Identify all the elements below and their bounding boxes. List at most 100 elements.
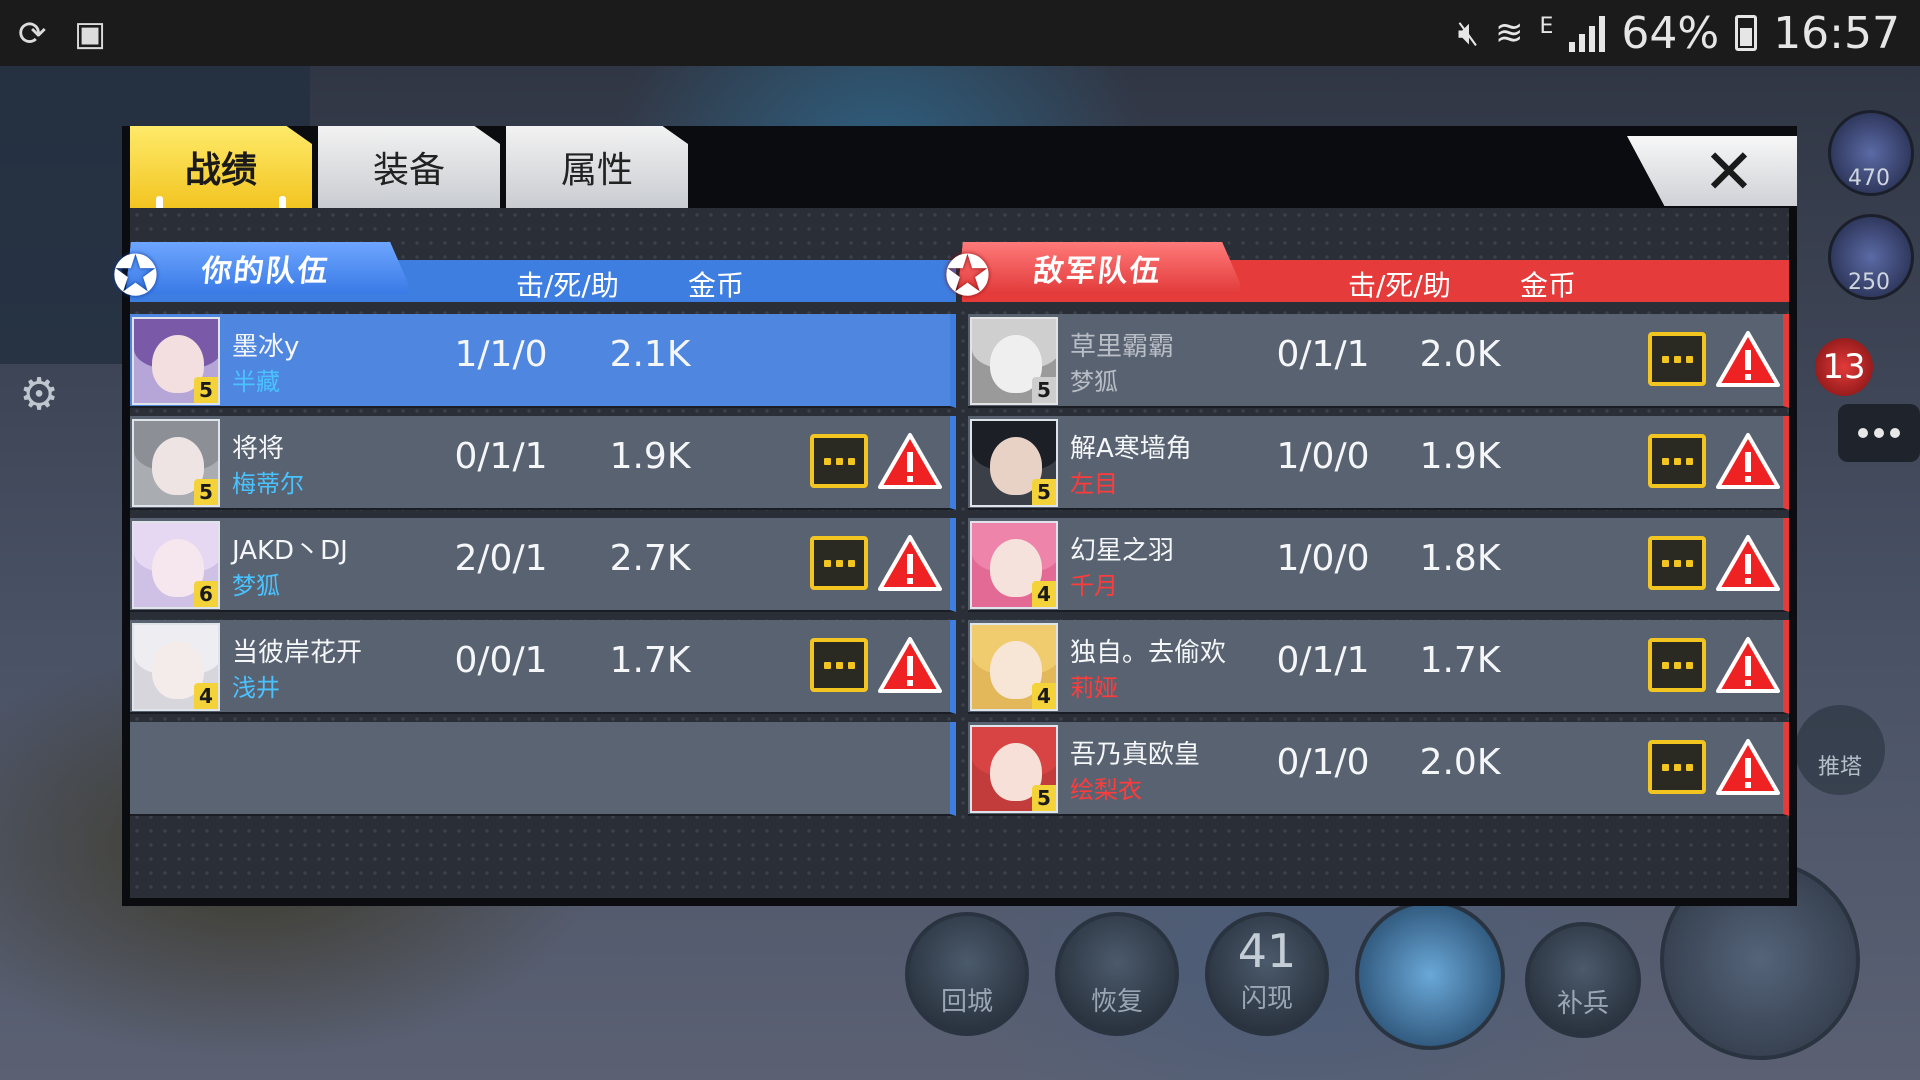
battery-percent: 64%	[1621, 7, 1720, 59]
last-hit-button[interactable]: 补兵	[1525, 922, 1641, 1038]
flash-label: 闪现	[1240, 983, 1293, 1014]
status-bar: ⟳ ▣ 🔇︎ ≋ E 64% 16:57	[0, 0, 1920, 66]
skill-button[interactable]	[1355, 900, 1505, 1050]
enemy-team-title: 敌军队伍	[1031, 254, 1164, 289]
enemy-team-kda-header: 击/死/助	[1348, 269, 1451, 302]
hero-level: 4	[1032, 581, 1056, 607]
hero-name: 梦狐	[1070, 368, 1118, 396]
battery-icon	[1735, 15, 1758, 51]
hero-name: 浅井	[232, 674, 280, 702]
heal-skill-button[interactable]: 恢复	[1055, 912, 1179, 1036]
gold: 2.1K	[609, 334, 691, 375]
hero-level: 5	[194, 377, 218, 403]
player-name: 吾乃真欧皇	[1070, 740, 1201, 770]
tab-equipment-label: 装备	[372, 150, 445, 191]
chat-message-icon[interactable]	[1648, 536, 1706, 590]
hero-avatar: 5	[132, 419, 220, 507]
enemy-team-row-2: 5 解A寒墙角 左目 1/0/0 1.9K	[968, 416, 1789, 510]
chat-message-icon[interactable]	[1648, 740, 1706, 794]
hero-name: 千月	[1070, 572, 1118, 600]
hero-level: 5	[1032, 479, 1056, 505]
my-team-title: 你的队伍	[199, 254, 332, 289]
report-warning-icon[interactable]	[878, 432, 942, 490]
hero-level: 4	[1032, 683, 1056, 709]
hero-avatar: 6	[132, 521, 220, 609]
push-tower-button[interactable]: 推塔	[1795, 705, 1885, 795]
chat-icon[interactable]	[1838, 404, 1920, 462]
hero-name: 梦狐	[232, 572, 280, 600]
hero-avatar: 5	[970, 317, 1058, 405]
hero-name: 梅蒂尔	[232, 470, 304, 498]
tab-attributes[interactable]: 属性	[506, 126, 688, 208]
kda: 1/1/0	[454, 334, 548, 375]
close-button[interactable]: ✕	[1627, 136, 1797, 206]
hero-level: 5	[194, 479, 218, 505]
ally-hero-value: 470	[1848, 166, 1890, 191]
gold: 1.9K	[1419, 436, 1501, 477]
ally-hero-value-2: 250	[1848, 270, 1890, 295]
tab-attributes-label: 属性	[560, 150, 633, 191]
player-name: 幻星之羽	[1070, 536, 1175, 566]
chat-message-icon[interactable]	[1648, 638, 1706, 692]
wifi-icon: ≋	[1494, 13, 1524, 53]
chat-message-icon[interactable]	[810, 536, 868, 590]
hero-level: 6	[194, 581, 218, 607]
hero-name: 莉娅	[1070, 674, 1118, 702]
my-team-row-empty	[130, 722, 956, 816]
my-team-row-4: 4 当彼岸花开 浅井 0/0/1 1.7K	[130, 620, 956, 714]
gold: 1.7K	[609, 640, 691, 681]
recall-skill-button[interactable]: 回城	[905, 912, 1029, 1036]
kda: 0/1/1	[454, 436, 548, 477]
chat-message-icon[interactable]	[810, 638, 868, 692]
chat-message-icon[interactable]	[1648, 332, 1706, 386]
report-warning-icon[interactable]	[1716, 636, 1780, 694]
player-name: 草里霸霸	[1070, 332, 1175, 362]
report-warning-icon[interactable]	[1716, 330, 1780, 388]
enemy-team-row-1: 5 草里霸霸 梦狐 0/1/1 2.0K	[968, 314, 1789, 408]
my-team-row-1: 5 墨冰y 半藏 1/1/0 2.1K	[130, 314, 956, 408]
gold: 2.0K	[1419, 742, 1501, 783]
gallery-notification-icon: ▣	[74, 14, 107, 54]
star-icon: ✪	[112, 244, 159, 309]
gold: 1.9K	[609, 436, 691, 477]
flash-skill-button[interactable]: 41 闪现	[1205, 912, 1329, 1036]
mute-icon: 🔇︎	[1457, 13, 1479, 53]
last-hit-label: 补兵	[1556, 989, 1609, 1019]
chat-message-icon[interactable]	[810, 434, 868, 488]
hero-avatar: 4	[970, 521, 1058, 609]
report-warning-icon[interactable]	[1716, 738, 1780, 796]
player-name: 当彼岸花开	[232, 638, 363, 668]
enemy-team-header: 敌军队伍 ✪ 击/死/助 金币	[944, 260, 1789, 306]
flash-cooldown: 41	[1237, 923, 1297, 978]
hero-avatar: 5	[970, 419, 1058, 507]
player-name: 将将	[232, 434, 285, 464]
hero-level: 4	[194, 683, 218, 709]
report-warning-icon[interactable]	[1716, 432, 1780, 490]
report-warning-icon[interactable]	[1716, 534, 1780, 592]
my-team-kda-header: 击/死/助	[516, 269, 619, 302]
kill-count-badge: 13	[1815, 338, 1873, 396]
tab-equipment[interactable]: 装备	[318, 126, 500, 208]
tab-record-label: 战绩	[184, 150, 257, 191]
kda: 1/0/0	[1276, 538, 1370, 579]
player-name: 解A寒墙角	[1070, 434, 1192, 464]
kda: 0/1/1	[1276, 640, 1370, 681]
recall-label: 回城	[940, 987, 993, 1017]
player-name: JAKD丶DJ	[232, 536, 348, 566]
report-warning-icon[interactable]	[878, 534, 942, 592]
hero-avatar: 5	[970, 725, 1058, 813]
star-icon: ✪	[944, 244, 991, 309]
enemy-team-row-3: 4 幻星之羽 千月 1/0/0 1.8K	[968, 518, 1789, 612]
kda: 1/0/0	[1276, 436, 1370, 477]
chat-message-icon[interactable]	[1648, 434, 1706, 488]
report-warning-icon[interactable]	[878, 636, 942, 694]
my-team-header: 你的队伍 ✪ 击/死/助 金币	[112, 260, 956, 306]
settings-gear-icon[interactable]: ⚙	[14, 370, 64, 420]
hero-level: 5	[1032, 377, 1056, 403]
my-team-row-3: 6 JAKD丶DJ 梦狐 2/0/1 2.7K	[130, 518, 956, 612]
tab-record[interactable]: 战绩	[130, 126, 312, 208]
signal-icon	[1569, 14, 1606, 52]
gold: 2.0K	[1419, 334, 1501, 375]
player-name: 墨冰y	[232, 332, 300, 362]
clock: 16:57	[1773, 7, 1900, 59]
